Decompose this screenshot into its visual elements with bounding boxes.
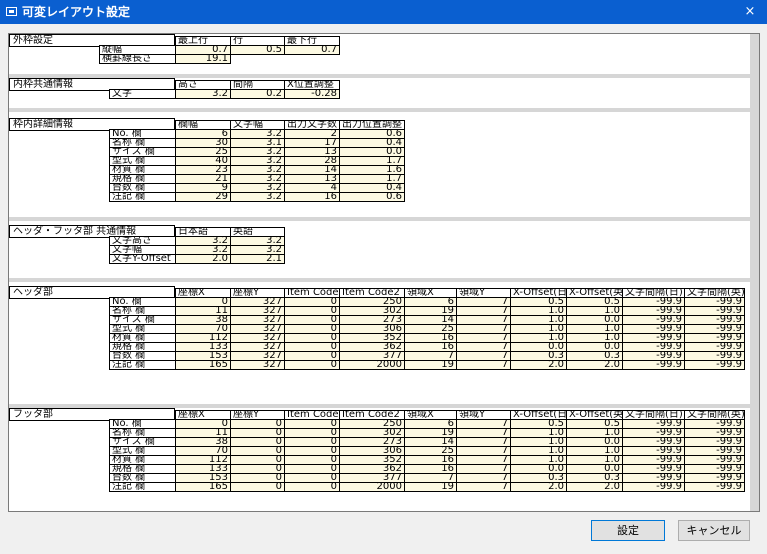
value-cell[interactable]: 165 [175, 360, 231, 370]
row-label: 文字 [109, 89, 176, 99]
button-row: 設定 キャンセル [0, 520, 767, 546]
row-label: 注記 欄 [109, 482, 176, 492]
value-cell[interactable]: 2.0 [566, 482, 623, 492]
value-cell[interactable]: 19 [404, 482, 457, 492]
value-cell[interactable]: 0.6 [339, 192, 405, 202]
close-icon[interactable]: × [733, 0, 767, 24]
section-divider [9, 278, 750, 282]
value-cell[interactable]: -99.9 [622, 482, 685, 492]
value-cell[interactable]: -99.9 [622, 360, 685, 370]
row-label: 文字Y-Offset [109, 254, 176, 264]
value-cell[interactable]: 3.2 [175, 89, 231, 99]
value-cell[interactable]: 3.2 [230, 192, 285, 202]
value-cell[interactable]: 0 [284, 360, 340, 370]
value-cell[interactable]: 2000 [339, 360, 405, 370]
row-label: 注記 欄 [109, 360, 176, 370]
value-cell[interactable]: 0.7 [284, 45, 340, 55]
value-cell[interactable]: 2000 [339, 482, 405, 492]
window-title: 可変レイアウト設定 [22, 5, 131, 19]
value-cell[interactable]: 0 [284, 482, 340, 492]
value-cell[interactable]: 2.0 [566, 360, 623, 370]
row-label: 注記 欄 [109, 192, 176, 202]
value-cell[interactable]: 2.0 [510, 360, 567, 370]
value-cell[interactable]: 2.0 [175, 254, 231, 264]
settings-panel: 外枠設定 最上行行最下行 縦幅 0.7 0.5 0.7 横罫線長さ 19.1 内枠共通情報 高さ間… [8, 33, 760, 512]
value-cell[interactable]: -99.9 [684, 360, 745, 370]
value-cell[interactable]: 0 [230, 482, 285, 492]
value-cell[interactable]: 2.0 [510, 482, 567, 492]
section-divider [9, 217, 750, 221]
value-cell[interactable]: 7 [456, 482, 511, 492]
value-cell[interactable]: -99.9 [684, 482, 745, 492]
window-icon [6, 7, 17, 16]
section-inner-common: 内枠共通情報 高さ 間隔 X位置調整 文字 3.2 0.2 -0.28 [9, 78, 750, 108]
value-cell[interactable]: 165 [175, 482, 231, 492]
value-cell[interactable]: 16 [284, 192, 340, 202]
value-cell[interactable]: 19 [404, 360, 457, 370]
value-cell[interactable]: 19.1 [175, 54, 231, 64]
section-inner-detail: 枠内詳細情報 欄幅 文字幅 出力文字数 出力位置調整 No. 欄 6 3.2 2 0.6 名称 欄3… [9, 118, 750, 217]
value-cell[interactable]: 0.5 [230, 45, 285, 55]
value-cell[interactable]: 327 [230, 360, 285, 370]
section-header: ヘッダ部 座標X 座標Y Item Code1 Item Code2 領域X 領域Y X-Of… [9, 286, 750, 404]
title-bar: 可変レイアウト設定 × [0, 0, 767, 24]
row-label: 横罫線長さ [99, 54, 176, 64]
section-outer: 外枠設定 最上行行最下行 縦幅 0.7 0.5 0.7 横罫線長さ 19.1 [9, 34, 750, 74]
section-hf-common: ヘッダ・フッタ部 共通情報 日本語 英語 文字高さ 3.2 3.2 文字幅 3.2 3.2 文字Y… [9, 225, 750, 278]
value-cell[interactable]: 0.2 [230, 89, 285, 99]
vertical-scrollbar[interactable] [750, 34, 759, 511]
value-cell[interactable]: -0.28 [284, 89, 340, 99]
apply-button[interactable]: 設定 [591, 520, 665, 541]
value-cell[interactable]: 2.1 [230, 254, 285, 264]
value-cell[interactable]: 7 [456, 360, 511, 370]
section-footer: フッタ部 座標X 座標Y Item Code1 Item Code2 領域X 領域Y X-Of… [9, 408, 750, 511]
value-cell[interactable]: 29 [175, 192, 231, 202]
section-divider [9, 108, 750, 112]
cancel-button[interactable]: キャンセル [678, 520, 750, 541]
